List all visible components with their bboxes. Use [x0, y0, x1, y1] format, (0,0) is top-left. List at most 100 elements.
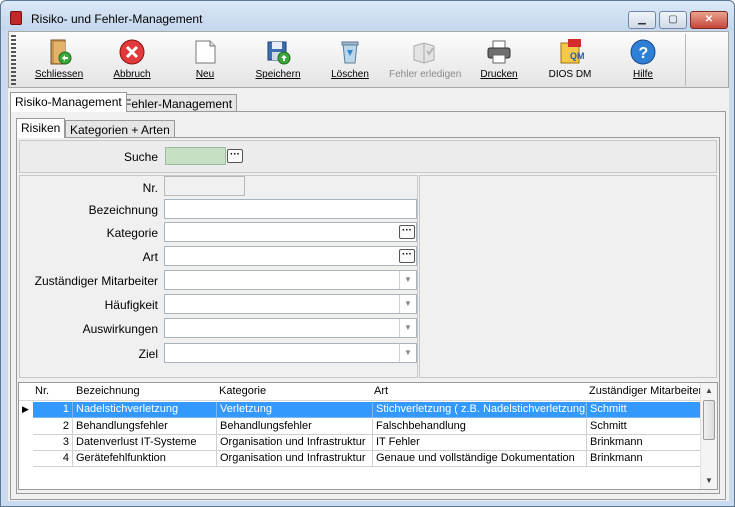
save-button[interactable]: Speichern — [251, 34, 305, 86]
auswirkungen-dropdown-icon[interactable]: ▼ — [399, 319, 416, 337]
row-nr: 2 — [33, 419, 73, 435]
auswirkungen-select[interactable] — [164, 318, 417, 338]
svg-text:?: ? — [639, 45, 649, 62]
resolve-error-button[interactable]: Fehler erledigen — [389, 34, 462, 86]
done-book-icon — [413, 42, 435, 64]
search-lookup-button[interactable]: ··· — [227, 149, 243, 163]
svg-text:QM: QM — [570, 51, 584, 61]
printer-icon — [487, 40, 511, 64]
search-label: Suche — [123, 150, 158, 164]
search-input[interactable] — [165, 147, 226, 165]
row-nr: 4 — [33, 451, 73, 467]
tab-risiko-management[interactable]: Risiko-Management — [10, 92, 127, 112]
main-window: Risiko- und Fehler-Management ▁ ▢ ✕ Schl… — [0, 0, 735, 507]
ziel-dropdown-icon[interactable]: ▼ — [399, 344, 416, 362]
row-bezeichnung: Datenverlust IT-Systeme — [73, 435, 217, 451]
haeufigkeit-label: Häufigkeit — [104, 298, 158, 312]
search-section: Suche ··· — [19, 140, 717, 173]
row-pointer-icon: ▶ — [22, 404, 29, 414]
haeufigkeit-dropdown-icon[interactable]: ▼ — [399, 295, 416, 313]
delete-button-label: Löschen — [331, 69, 369, 80]
col-art-header[interactable]: Art — [374, 385, 584, 397]
row-zustaendig: Schmitt — [587, 419, 701, 435]
recycle-bin-icon — [341, 41, 359, 64]
close-button-label: Schliessen — [34, 69, 84, 80]
haeufigkeit-select[interactable] — [164, 294, 417, 314]
close-window-button[interactable]: ✕ — [690, 11, 728, 29]
table-row[interactable]: ▶ 1 Nadelstichverletzung Verletzung Stic… — [19, 402, 701, 418]
col-nr-header[interactable]: Nr. — [35, 385, 71, 397]
detail-form-right — [419, 175, 717, 378]
bezeichnung-label: Bezeichnung — [88, 203, 158, 217]
toolbar-separator — [685, 34, 686, 86]
qm-pdf-icon: QM — [560, 39, 584, 64]
kategorie-label: Kategorie — [106, 226, 158, 240]
help-button[interactable]: ? Hilfe — [625, 34, 661, 86]
zustaendig-select[interactable] — [164, 270, 417, 290]
art-lookup-button[interactable]: ··· — [399, 249, 415, 263]
app-icon — [10, 11, 22, 25]
bezeichnung-field[interactable] — [164, 199, 417, 219]
save-disk-icon — [267, 41, 291, 65]
tab-kategorien-arten[interactable]: Kategorien + Arten — [65, 120, 175, 137]
table-row[interactable]: 2 Behandlungsfehler Behandlungsfehler Fa… — [19, 419, 701, 435]
cancel-button-label: Abbruch — [113, 69, 151, 80]
new-document-icon — [195, 40, 216, 64]
print-button[interactable]: Drucken — [477, 34, 521, 86]
row-art: Genaue und vollständige Dokumentation — [373, 451, 587, 467]
col-kategorie-header[interactable]: Kategorie — [219, 385, 369, 397]
minimize-button[interactable]: ▁ — [628, 11, 656, 29]
auswirkungen-label: Auswirkungen — [82, 322, 158, 336]
maximize-button[interactable]: ▢ — [659, 11, 687, 29]
row-zustaendig: Brinkmann — [587, 435, 701, 451]
row-bezeichnung: Nadelstichverletzung — [73, 402, 217, 418]
nr-label: Nr. — [142, 181, 158, 195]
col-bezeichnung-header[interactable]: Bezeichnung — [76, 385, 216, 397]
detail-form: Nr. Bezeichnung Kategorie ··· Art ··· Zu… — [19, 175, 418, 378]
row-kategorie: Organisation und Infrastruktur — [217, 435, 373, 451]
delete-button[interactable]: Löschen — [327, 34, 373, 86]
kategorie-lookup-button[interactable]: ··· — [399, 225, 415, 239]
row-art: Stichverletzung ( z.B. Nadelstichverletz… — [373, 402, 587, 418]
row-art: Falschbehandlung — [373, 419, 587, 435]
client-area: Schliessen Abbruch Neu Speichern Löschen… — [8, 31, 729, 501]
col-zustaendig-header[interactable]: Zuständiger Mitarbeiter — [589, 385, 701, 397]
save-button-label: Speichern — [255, 69, 301, 80]
tab-fehler-management[interactable]: Fehler-Management — [119, 94, 238, 111]
table-header: Nr. Bezeichnung Kategorie Art Zuständige… — [19, 383, 701, 401]
close-button[interactable]: Schliessen — [31, 34, 87, 86]
new-button-label: Neu — [195, 69, 215, 80]
art-field[interactable] — [164, 246, 417, 266]
dios-dm-button[interactable]: QM DIOS DM — [545, 34, 595, 86]
toolbar: Schliessen Abbruch Neu Speichern Löschen… — [8, 31, 729, 88]
table-row[interactable]: 3 Datenverlust IT-Systeme Organisation u… — [19, 435, 701, 451]
resolve-error-label: Fehler erledigen — [389, 69, 462, 80]
zustaendig-dropdown-icon[interactable]: ▼ — [399, 271, 416, 289]
ziel-select[interactable] — [164, 343, 417, 363]
table-scrollbar[interactable]: ▲ ▼ — [700, 383, 717, 489]
kategorie-field[interactable] — [164, 222, 417, 242]
title-bar[interactable]: Risiko- und Fehler-Management ▁ ▢ ✕ — [1, 1, 734, 31]
row-art: IT Fehler — [373, 435, 587, 451]
row-kategorie: Verletzung — [217, 402, 373, 418]
help-button-label: Hilfe — [632, 69, 653, 80]
art-label: Art — [142, 250, 158, 264]
window-title: Risiko- und Fehler-Management — [31, 12, 203, 26]
row-kategorie: Organisation und Infrastruktur — [217, 451, 373, 467]
nr-field — [164, 176, 245, 196]
scroll-thumb[interactable] — [703, 400, 715, 440]
dios-dm-label: DIOS DM — [548, 69, 592, 80]
toolbar-grip[interactable] — [11, 35, 16, 85]
row-zustaendig: Brinkmann — [587, 451, 701, 467]
table-row[interactable]: 4 Gerätefehlfunktion Organisation und In… — [19, 451, 701, 467]
row-nr: 3 — [33, 435, 73, 451]
tab-risiken[interactable]: Risiken — [16, 118, 66, 138]
cancel-x-icon — [119, 39, 145, 65]
new-button[interactable]: Neu — [185, 34, 225, 86]
row-bezeichnung: Behandlungsfehler — [73, 419, 217, 435]
door-exit-icon — [50, 39, 72, 65]
zustaendig-label: Zuständiger Mitarbeiter — [34, 274, 158, 288]
scroll-up-icon[interactable]: ▲ — [701, 383, 717, 399]
scroll-down-icon[interactable]: ▼ — [701, 473, 717, 489]
cancel-button[interactable]: Abbruch — [107, 34, 157, 86]
